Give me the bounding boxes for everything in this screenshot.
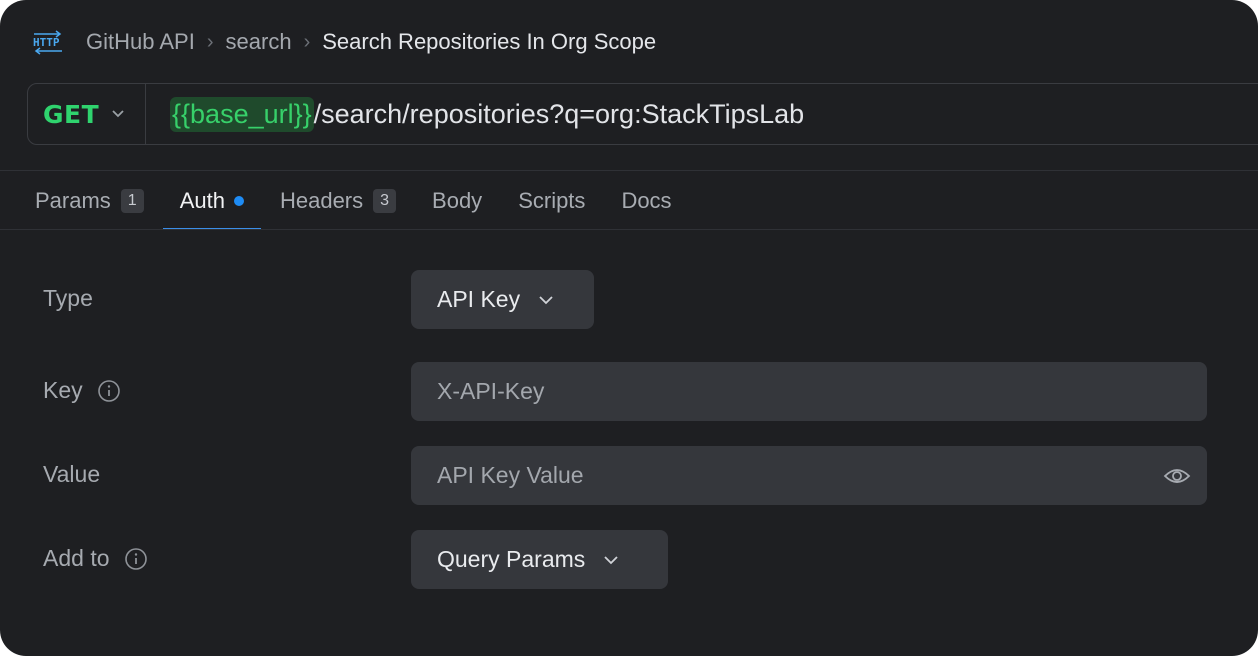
add-to-label-text: Add to — [43, 545, 110, 571]
chevron-right-icon: › — [206, 30, 214, 53]
http-icon: HTTP — [32, 27, 64, 57]
breadcrumb: HTTP GitHub API › search › Search Reposi… — [32, 22, 656, 62]
chevron-down-icon — [604, 555, 618, 564]
type-label-text: Type — [43, 285, 93, 311]
url-input[interactable]: {{base_url}}/search/repositories?q=org:S… — [170, 96, 805, 132]
add-to-label: Add to — [43, 545, 148, 572]
chevron-down-icon — [112, 110, 124, 118]
params-count-badge: 1 — [120, 189, 144, 213]
tab-label: Auth — [179, 188, 225, 213]
tab-label: Body — [432, 188, 483, 213]
eye-icon[interactable] — [1162, 463, 1192, 489]
tab-label: Scripts — [518, 188, 586, 213]
tab-params[interactable]: Params 1 — [35, 172, 144, 230]
divider — [0, 229, 1258, 230]
chevron-right-icon: › — [303, 30, 311, 53]
tab-scripts[interactable]: Scripts — [518, 172, 585, 230]
info-icon[interactable] — [97, 379, 121, 403]
method-selector[interactable]: GET — [28, 84, 146, 144]
value-label-text: Value — [43, 461, 101, 487]
auth-type-dropdown[interactable]: API Key — [411, 270, 594, 329]
type-label: Type — [43, 285, 93, 312]
breadcrumb-request-name[interactable]: Search Repositories In Org Scope — [322, 29, 656, 55]
breadcrumb-folder[interactable]: search — [226, 29, 292, 55]
url-variable[interactable]: {{base_url}} — [170, 96, 314, 132]
auth-type-value: API Key — [437, 286, 521, 312]
info-icon[interactable] — [124, 547, 148, 571]
value-label: Value — [43, 461, 100, 488]
tab-label: Docs — [621, 188, 672, 213]
request-editor-window: HTTP GitHub API › search › Search Reposi… — [0, 0, 1258, 656]
url-bar: GET {{base_url}}/search/repositories?q=o… — [27, 83, 1258, 145]
auth-status-dot — [233, 196, 244, 206]
method-label: GET — [43, 99, 100, 129]
add-to-dropdown[interactable]: Query Params — [411, 530, 668, 589]
key-label: Key — [43, 377, 121, 404]
tab-body[interactable]: Body — [432, 172, 482, 230]
divider — [0, 170, 1258, 171]
svg-text:HTTP: HTTP — [33, 36, 60, 49]
tab-auth[interactable]: Auth — [162, 172, 262, 230]
request-tabs: Params 1 Auth Headers 3 Body Scripts Doc… — [35, 172, 708, 230]
add-to-value: Query Params — [437, 546, 586, 572]
key-label-text: Key — [43, 377, 83, 403]
tab-label: Params — [35, 188, 111, 213]
headers-count-badge: 3 — [373, 189, 397, 213]
key-input[interactable] — [411, 362, 1207, 421]
url-path: /search/repositories?q=org:StackTipsLab — [313, 98, 805, 129]
tab-label: Headers — [279, 188, 364, 213]
tab-headers[interactable]: Headers 3 — [279, 172, 397, 230]
value-input[interactable] — [411, 446, 1207, 505]
tab-docs[interactable]: Docs — [621, 172, 671, 230]
breadcrumb-collection[interactable]: GitHub API — [86, 29, 195, 55]
chevron-down-icon — [539, 295, 553, 304]
